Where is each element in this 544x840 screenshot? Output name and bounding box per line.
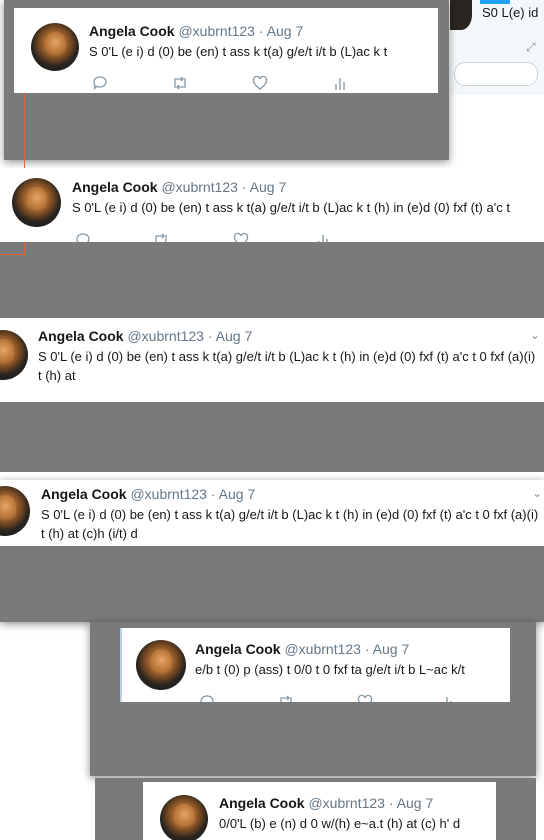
- reply-icon[interactable]: [199, 694, 215, 702]
- separator: ·: [241, 179, 247, 195]
- tweet-date[interactable]: Aug 7: [219, 486, 256, 502]
- heart-icon[interactable]: [233, 232, 249, 242]
- separator: ·: [207, 328, 213, 344]
- tweet-text: S 0'L (e i) d (0) be (en) t ass k t(a) g…: [41, 507, 539, 541]
- user-name[interactable]: Angela Cook: [72, 179, 158, 195]
- background-avatar-fragment: [450, 0, 472, 30]
- separator: ·: [210, 486, 216, 502]
- avatar[interactable]: [0, 486, 30, 536]
- tweet-card-4[interactable]: Angela Cook @xubrnt123 · Aug 7 ⌄ S 0'L (…: [0, 480, 544, 546]
- reply-icon[interactable]: [75, 232, 91, 242]
- tweet-text: 0/0'L (b) e (n) d 0 w/(h) e~a.t (h) at (…: [219, 816, 461, 831]
- user-handle[interactable]: @xubrnt123: [127, 328, 203, 344]
- chevron-down-icon[interactable]: ⌄: [530, 328, 540, 342]
- tweet-date[interactable]: Aug 7: [250, 179, 287, 195]
- tweet-text: S 0'L (e i) d (0) be (en) t ass k t(a) g…: [72, 200, 510, 215]
- tweet-card-5[interactable]: Angela Cook @xubrnt123 · Aug 7 e/b t (0)…: [120, 628, 510, 702]
- user-handle[interactable]: @xubrnt123: [178, 23, 254, 39]
- background-accent-bar: [480, 0, 510, 4]
- tweet-header: Angela Cook @xubrnt123 · Aug 7: [219, 795, 433, 811]
- avatar[interactable]: [31, 23, 79, 71]
- reply-icon[interactable]: [92, 75, 108, 91]
- user-handle[interactable]: @xubrnt123: [130, 486, 206, 502]
- tweet-header: Angela Cook @xubrnt123 · Aug 7: [195, 641, 409, 657]
- tweet-card-2[interactable]: Angela Cook @xubrnt123 · Aug 7 S 0'L (e …: [0, 168, 544, 242]
- avatar[interactable]: [136, 640, 186, 690]
- user-handle[interactable]: @xubrnt123: [161, 179, 237, 195]
- tweet-header: Angela Cook @xubrnt123 · Aug 7: [41, 486, 255, 502]
- background-window-fragment: S0 L(e) id ⤢: [450, 0, 544, 95]
- user-name[interactable]: Angela Cook: [41, 486, 127, 502]
- tweet-actions: [199, 694, 459, 702]
- tweet-date[interactable]: Aug 7: [267, 23, 304, 39]
- separator: ·: [258, 23, 264, 39]
- separator: ·: [364, 641, 370, 657]
- analytics-icon[interactable]: [332, 75, 348, 91]
- tweet-date[interactable]: Aug 7: [397, 795, 434, 811]
- expand-icon[interactable]: ⤢: [526, 40, 536, 55]
- separator: ·: [388, 795, 394, 811]
- retweet-icon[interactable]: [277, 694, 295, 702]
- tweet-header: Angela Cook @xubrnt123 · Aug 7: [72, 179, 286, 195]
- tweet-header: Angela Cook @xubrnt123 · Aug 7: [89, 23, 303, 39]
- analytics-icon[interactable]: [439, 694, 455, 702]
- tweet-text: e/b t (0) p (ass) t 0/0 t 0 fxf ta g/e/t…: [195, 662, 465, 677]
- tweet-card-3[interactable]: Angela Cook @xubrnt123 · Aug 7 ⌄ S 0'L (…: [0, 322, 544, 402]
- tweet-date[interactable]: Aug 7: [373, 641, 410, 657]
- tweet-header: Angela Cook @xubrnt123 · Aug 7: [38, 328, 252, 344]
- avatar[interactable]: [0, 330, 28, 380]
- avatar[interactable]: [12, 178, 61, 227]
- tweet-actions: [75, 232, 345, 242]
- user-handle[interactable]: @xubrnt123: [284, 641, 360, 657]
- tweet-date[interactable]: Aug 7: [216, 328, 253, 344]
- retweet-icon[interactable]: [152, 232, 170, 242]
- analytics-icon[interactable]: [315, 232, 331, 242]
- background-input-field[interactable]: [454, 62, 538, 86]
- tweet-text: S 0'L (e i) d (0) be (en) t ass k t(a) g…: [89, 44, 388, 59]
- tweet-actions: [92, 75, 362, 91]
- tweet-card-1[interactable]: Angela Cook @xubrnt123 · Aug 7 S 0'L (e …: [14, 8, 438, 93]
- avatar[interactable]: [160, 795, 208, 840]
- chevron-down-icon[interactable]: ⌄: [532, 486, 542, 500]
- user-name[interactable]: Angela Cook: [195, 641, 281, 657]
- user-name[interactable]: Angela Cook: [38, 328, 124, 344]
- background-fragment-text: S0 L(e) id: [482, 5, 539, 20]
- heart-icon[interactable]: [252, 75, 268, 91]
- selection-border-bottom: [0, 254, 25, 255]
- tweet-card-6[interactable]: Angela Cook @xubrnt123 · Aug 7 0/0'L (b)…: [143, 782, 496, 840]
- heart-icon[interactable]: [357, 694, 373, 702]
- user-name[interactable]: Angela Cook: [89, 23, 175, 39]
- user-handle[interactable]: @xubrnt123: [308, 795, 384, 811]
- retweet-icon[interactable]: [171, 75, 189, 91]
- tweet-text: S 0'L (e i) d (0) be (en) t ass k t(a) g…: [38, 349, 536, 383]
- user-name[interactable]: Angela Cook: [219, 795, 305, 811]
